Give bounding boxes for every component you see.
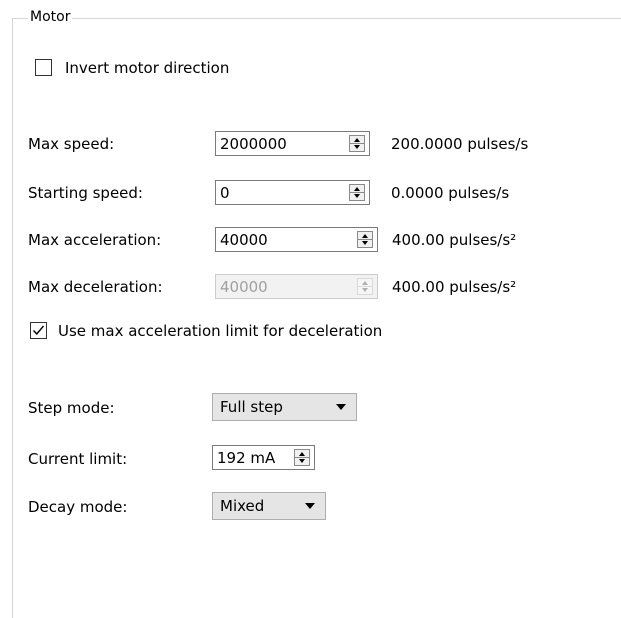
- max-acceleration-spinbox[interactable]: 40000: [215, 227, 378, 252]
- spin-down-icon[interactable]: [358, 240, 372, 247]
- max-speed-label: Max speed:: [28, 135, 115, 153]
- spin-up-icon: [358, 279, 372, 286]
- starting-speed-spinbox[interactable]: 0: [215, 180, 370, 205]
- spin-down-icon[interactable]: [350, 144, 364, 151]
- spin-up-icon[interactable]: [350, 185, 364, 192]
- starting-speed-unit: 0.0000 pulses/s: [391, 184, 510, 202]
- max-deceleration-spinbox: 40000: [215, 274, 378, 299]
- spin-down-icon[interactable]: [350, 193, 364, 200]
- spin-up-icon[interactable]: [350, 136, 364, 143]
- max-acceleration-value: 40000: [220, 231, 268, 249]
- max-deceleration-stepper: [357, 278, 373, 295]
- invert-direction-label: Invert motor direction: [65, 59, 230, 77]
- current-limit-stepper[interactable]: [294, 449, 310, 466]
- decay-mode-label: Decay mode:: [28, 498, 128, 516]
- max-acceleration-unit: 400.00 pulses/s²: [392, 231, 517, 249]
- invert-direction-checkbox[interactable]: [35, 59, 52, 76]
- decay-mode-dropdown[interactable]: Mixed: [212, 492, 326, 520]
- decay-mode-value: Mixed: [220, 497, 265, 515]
- starting-speed-stepper[interactable]: [349, 184, 365, 201]
- max-deceleration-unit: 400.00 pulses/s²: [392, 278, 517, 296]
- spin-up-icon[interactable]: [358, 232, 372, 239]
- max-speed-stepper[interactable]: [349, 135, 365, 152]
- chevron-down-icon: [336, 404, 346, 410]
- step-mode-label: Step mode:: [28, 399, 115, 417]
- motor-group-title: Motor: [28, 8, 73, 26]
- max-acceleration-label: Max acceleration:: [28, 231, 162, 249]
- current-limit-label: Current limit:: [28, 450, 128, 468]
- use-max-accel-checkbox[interactable]: [30, 322, 47, 339]
- step-mode-dropdown[interactable]: Full step: [212, 393, 357, 421]
- use-max-accel-label: Use max acceleration limit for decelerat…: [58, 322, 383, 340]
- checkmark-icon: [32, 325, 45, 336]
- current-limit-spinbox[interactable]: 192 mA: [212, 445, 315, 470]
- max-acceleration-stepper[interactable]: [357, 231, 373, 248]
- max-speed-spinbox[interactable]: 2000000: [215, 131, 370, 156]
- spin-up-icon[interactable]: [295, 450, 309, 457]
- starting-speed-value: 0: [220, 184, 230, 202]
- step-mode-value: Full step: [220, 398, 283, 416]
- motor-groupbox: [12, 18, 621, 618]
- max-speed-unit: 200.0000 pulses/s: [391, 135, 529, 153]
- spin-down-icon: [358, 287, 372, 294]
- max-speed-value: 2000000: [220, 135, 287, 153]
- max-deceleration-label: Max deceleration:: [28, 278, 163, 296]
- spin-down-icon[interactable]: [295, 458, 309, 465]
- chevron-down-icon: [305, 503, 315, 509]
- current-limit-value: 192 mA: [217, 449, 276, 467]
- max-deceleration-value: 40000: [220, 278, 268, 296]
- starting-speed-label: Starting speed:: [28, 184, 143, 202]
